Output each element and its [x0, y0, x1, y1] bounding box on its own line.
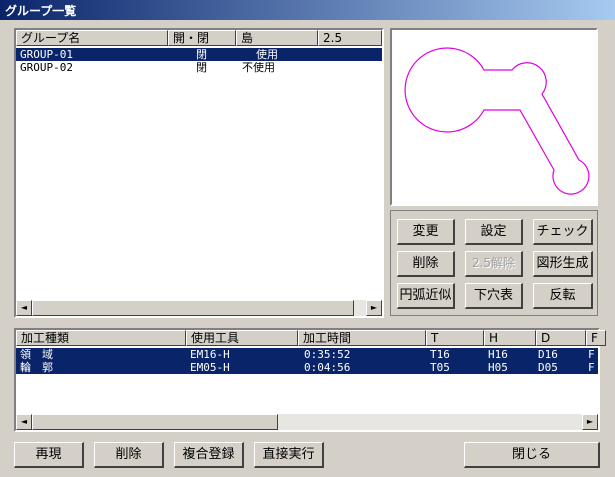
change-button[interactable]: 変更 — [397, 219, 455, 245]
col-header-tool[interactable]: 使用工具 — [186, 330, 298, 346]
group-name: GROUP-02 — [20, 61, 73, 74]
group-row[interactable]: GROUP-01 閉 使用 — [16, 48, 382, 61]
arc-approx-button[interactable]: 円弧近似 — [397, 283, 455, 309]
process-f: F — [588, 361, 595, 374]
process-t: T16 — [430, 348, 450, 361]
col-header-d[interactable]: D — [536, 330, 586, 346]
replay-button[interactable]: 再現 — [14, 442, 84, 468]
process-type: 領 域 — [20, 348, 53, 361]
generate-shape-button[interactable]: 図形生成 — [533, 251, 593, 277]
group-open-close: 閉 — [196, 61, 207, 74]
close-button[interactable]: 閉じる — [464, 442, 600, 468]
process-row[interactable]: 輪 郭 EM05-H 0:04:56 T05 H05 D05 F — [16, 361, 598, 374]
group-island: 不使用 — [242, 61, 275, 74]
process-h: H05 — [488, 361, 508, 374]
scroll-thumb[interactable] — [32, 414, 278, 430]
process-time: 0:04:56 — [304, 361, 351, 374]
delete-button[interactable]: 削除 — [94, 442, 164, 468]
col-header-island[interactable]: 島 — [236, 30, 318, 46]
group-name: GROUP-01 — [20, 48, 73, 61]
window-title: グループ一覧 — [5, 4, 77, 18]
delete-shape-button[interactable]: 削除 — [397, 251, 455, 277]
group-list-hscrollbar[interactable]: ◄ ► — [16, 300, 382, 316]
col-header-25[interactable]: 2.5 — [318, 30, 382, 46]
process-listview[interactable]: 加工種類 使用工具 加工時間 T H D F 領 域 EM16-H 0:35:5… — [14, 328, 606, 432]
title-bar: グループ一覧 — [0, 0, 615, 20]
process-d: D05 — [538, 361, 558, 374]
group-open-close: 閉 — [196, 48, 207, 61]
scroll-left-icon[interactable]: ◄ — [16, 300, 32, 316]
process-type: 輪 郭 — [20, 361, 53, 374]
action-button-group: 変更 設定 チェック 削除 2.5解除 図形生成 円弧近似 下穴表 反転 — [390, 210, 598, 316]
scroll-right-icon[interactable]: ► — [582, 414, 598, 430]
col-header-t[interactable]: T — [426, 330, 484, 346]
process-d: D16 — [538, 348, 558, 361]
col-header-group-name[interactable]: グループ名 — [16, 30, 168, 46]
col-header-process-type[interactable]: 加工種類 — [16, 330, 186, 346]
process-t: T05 — [430, 361, 450, 374]
scroll-left-icon[interactable]: ◄ — [16, 414, 32, 430]
shape-preview — [390, 28, 598, 206]
settings-button[interactable]: 設定 — [465, 219, 523, 245]
direct-execute-button[interactable]: 直接実行 — [254, 442, 324, 468]
process-time: 0:35:52 — [304, 348, 351, 361]
reverse-button[interactable]: 反転 — [533, 283, 593, 309]
process-row[interactable]: 領 域 EM16-H 0:35:52 T16 H16 D16 F — [16, 348, 598, 361]
process-f: F — [588, 348, 595, 361]
pilot-hole-table-button[interactable]: 下穴表 — [465, 283, 523, 309]
group-listview[interactable]: グループ名 開・閉 島 2.5 GROUP-01 閉 使用 GROUP-02 閉… — [14, 28, 384, 318]
shape-preview-drawing — [404, 47, 590, 195]
process-list-hscrollbar[interactable]: ◄ ► — [16, 414, 598, 430]
col-header-h[interactable]: H — [484, 330, 536, 346]
group-island: 使用 — [256, 48, 278, 61]
col-header-time[interactable]: 加工時間 — [298, 330, 426, 346]
process-tool: EM16-H — [190, 348, 230, 361]
col-header-open-close[interactable]: 開・閉 — [168, 30, 236, 46]
col-header-f[interactable]: F — [586, 330, 606, 346]
compound-register-button[interactable]: 複合登録 — [174, 442, 244, 468]
check-button[interactable]: チェック — [533, 219, 593, 245]
group-row[interactable]: GROUP-02 閉 不使用 — [16, 61, 382, 74]
scroll-right-icon[interactable]: ► — [366, 300, 382, 316]
shape-outline — [404, 47, 590, 195]
process-h: H16 — [488, 348, 508, 361]
scroll-thumb[interactable] — [32, 300, 354, 316]
group-list-window: グループ一覧 グループ名 開・閉 島 2.5 GROUP-01 閉 使用 GRO… — [0, 0, 615, 477]
process-tool: EM05-H — [190, 361, 230, 374]
release-25-button[interactable]: 2.5解除 — [465, 251, 523, 277]
